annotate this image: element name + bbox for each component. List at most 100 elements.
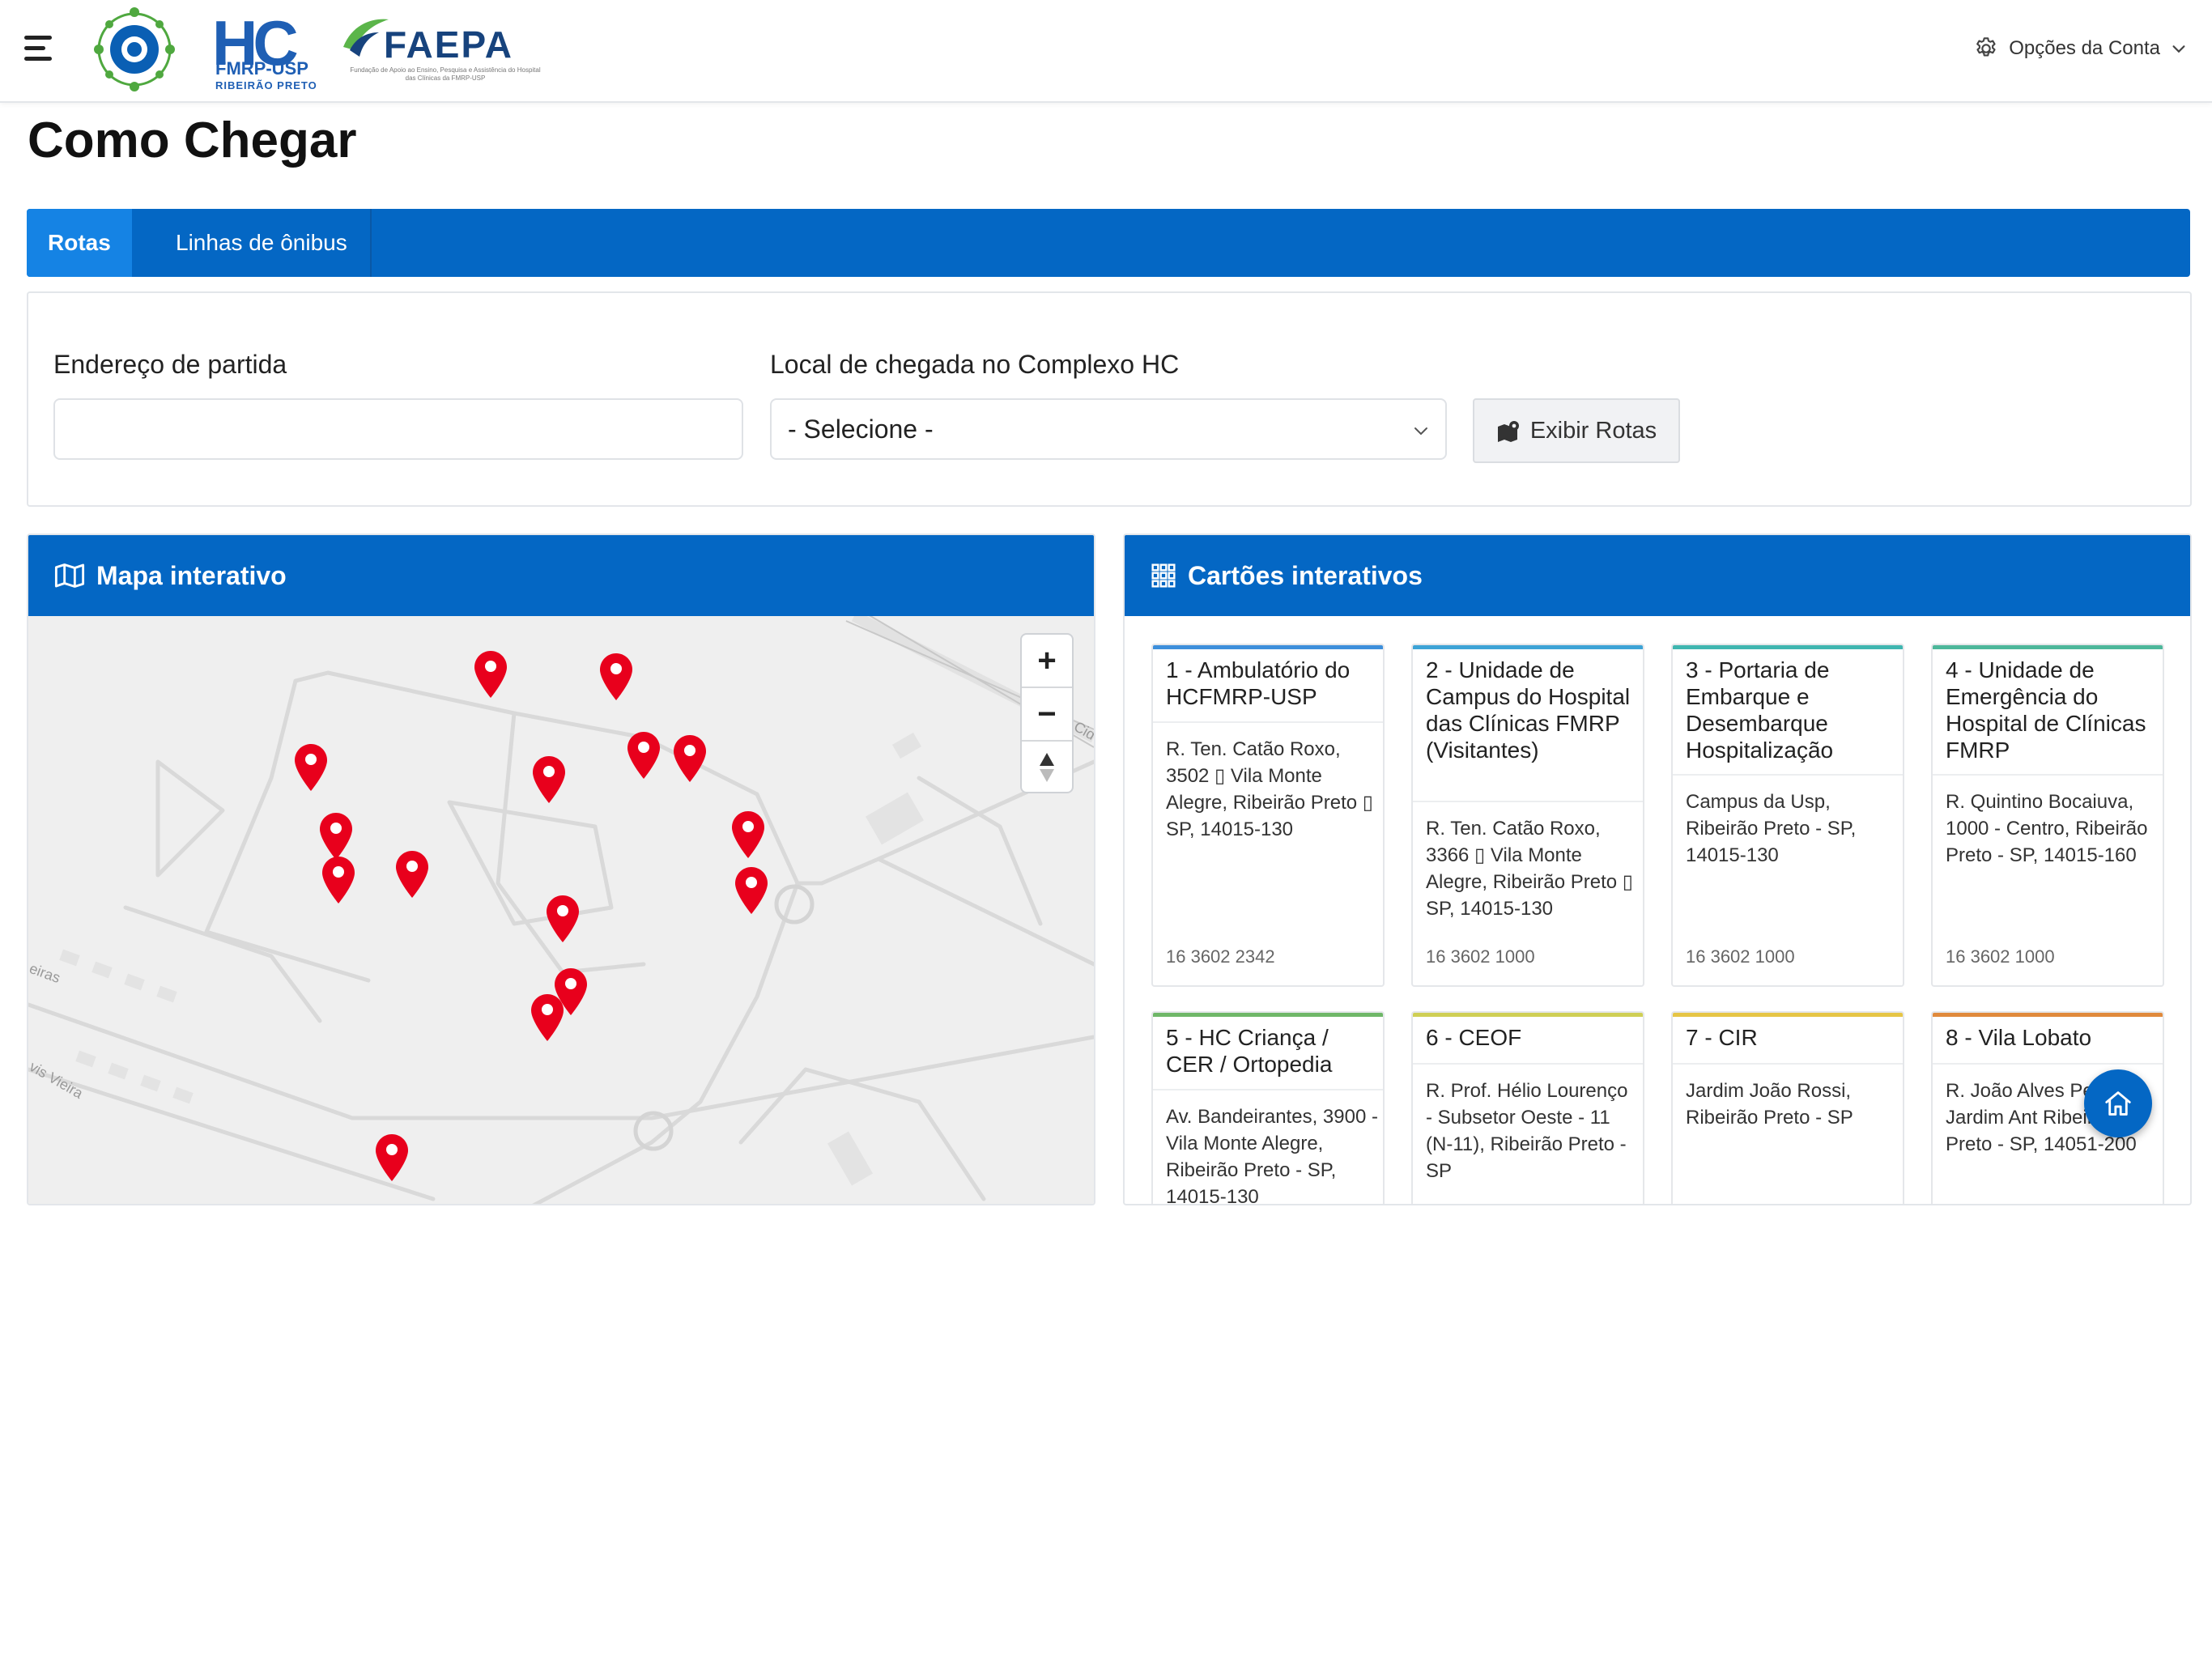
card-phone: 16 3602 2342: [1166, 946, 1275, 967]
card-divider: [1413, 1063, 1643, 1065]
hc-network-logo: [94, 7, 175, 91]
card-title: 2 - Unidade de Campus do Hospital das Cl…: [1426, 657, 1631, 763]
card-title: 8 - Vila Lobato: [1946, 1025, 2092, 1050]
location-card-5[interactable]: 5 - HC Criança / CER / Ortopedia Av. Ban…: [1151, 1011, 1385, 1205]
start-address-field[interactable]: [53, 398, 743, 460]
compass-icon: [1040, 753, 1054, 782]
grid-icon: [1151, 563, 1176, 588]
account-options-label: Opções da Conta: [2009, 37, 2160, 59]
card-title: 1 - Ambulatório do HCFMRP-USP: [1166, 657, 1351, 709]
destination-label: Local de chegada no Complexo HC: [770, 350, 1180, 379]
map-markers: [295, 651, 768, 1181]
hamburger-icon[interactable]: [24, 36, 57, 63]
card-divider: [1673, 774, 1903, 776]
map-marker-icon[interactable]: [533, 756, 565, 803]
card-address: R. Ten. Catão Roxo, 3502 ▯ Vila Monte Al…: [1166, 738, 1373, 840]
map-marker-icon[interactable]: [732, 811, 764, 858]
card-address: R. Ten. Catão Roxo, 3366 ▯ Vila Monte Al…: [1426, 818, 1633, 920]
account-options-menu[interactable]: Opções da Conta: [1973, 31, 2188, 66]
card-color-bar: [1933, 1013, 2163, 1017]
hc-fmrp-logo: HC FMRP-USP RIBEIRÃO PRETO: [212, 7, 317, 91]
start-address-label: Endereço de partida: [53, 350, 287, 379]
destination-selected-value: - Selecione -: [788, 414, 934, 444]
card-divider: [1933, 1063, 2163, 1065]
tab-bar: Rotas Linhas de ônibus: [27, 209, 2190, 277]
show-routes-button[interactable]: Exibir Rotas: [1473, 398, 1680, 463]
card-title: 3 - Portaria de Embarque e Desembarque H…: [1686, 657, 1834, 763]
destination-select[interactable]: - Selecione -: [770, 398, 1447, 460]
map-marker-icon[interactable]: [627, 732, 660, 779]
card-phone: 16 3602 1000: [1946, 946, 2055, 967]
page-title: Como Chegar: [28, 113, 357, 168]
card-color-bar: [1153, 1013, 1383, 1017]
cards-panel: Cartões interativos 1 - Ambulatório do H…: [1123, 534, 2192, 1205]
map-panel-title: Mapa interativo: [96, 560, 287, 590]
map-marker-icon[interactable]: [376, 1134, 408, 1181]
map-panel-header: Mapa interativo: [28, 535, 1094, 616]
interactive-map[interactable]: eiras vis Vieira Cid: [28, 610, 1094, 1205]
tab-linhas-de-onibus[interactable]: Linhas de ônibus: [155, 209, 368, 277]
chevron-down-icon: [2172, 45, 2185, 53]
map-marker-icon[interactable]: [322, 857, 355, 903]
tab-rotas[interactable]: Rotas: [27, 209, 132, 277]
chevron-down-icon: [1414, 427, 1427, 436]
faepa-logo: FAEPA Fundação de Apoio ao Ensino, Pesqu…: [338, 11, 541, 89]
map-marker-icon[interactable]: [547, 895, 579, 942]
map-marker-icon[interactable]: [531, 994, 564, 1041]
card-address: R. Quintino Bocaiuva, 1000 - Centro, Rib…: [1946, 791, 2148, 866]
map-marker-icon[interactable]: [474, 651, 507, 698]
home-fab-button[interactable]: [2084, 1069, 2152, 1137]
map-icon: [1497, 421, 1519, 442]
street-label: vis Vieira: [28, 1058, 87, 1102]
map-outline-icon: [54, 563, 85, 588]
map-marker-icon[interactable]: [600, 653, 632, 700]
map-panel: Mapa interativo eiras vis Vieira Cid: [27, 534, 1095, 1205]
location-card-6[interactable]: 6 - CEOF R. Prof. Hélio Lourenço - Subse…: [1411, 1011, 1644, 1204]
card-title: 6 - CEOF: [1426, 1025, 1522, 1050]
map-marker-icon[interactable]: [674, 735, 706, 782]
card-title: 5 - HC Criança / CER / Ortopedia: [1166, 1025, 1333, 1077]
gear-icon: [1976, 37, 1996, 57]
card-title: 4 - Unidade de Emergência do Hospital de…: [1946, 657, 2146, 763]
card-color-bar: [1933, 645, 2163, 649]
card-address: Jardim João Rossi, Ribeirão Preto - SP: [1686, 1080, 1853, 1129]
card-divider: [1933, 774, 2163, 776]
show-routes-label: Exibir Rotas: [1529, 417, 1657, 444]
street-label: eiras: [28, 960, 62, 986]
card-phone: 16 3602 1000: [1686, 946, 1795, 967]
start-address-input[interactable]: [55, 400, 742, 458]
card-address: Campus da Usp, Ribeirão Preto - SP, 1401…: [1686, 791, 1857, 866]
location-card-2[interactable]: 2 - Unidade de Campus do Hospital das Cl…: [1411, 644, 1644, 987]
card-title: 7 - CIR: [1686, 1025, 1758, 1050]
card-phone: 16 3602 1000: [1426, 946, 1535, 967]
card-color-bar: [1413, 645, 1643, 649]
card-color-bar: [1673, 1013, 1903, 1017]
card-divider: [1153, 721, 1383, 723]
map-marker-icon[interactable]: [396, 851, 428, 898]
map-canvas[interactable]: eiras vis Vieira Cid: [28, 610, 1094, 1205]
map-roundabouts: [633, 884, 815, 1151]
map-marker-icon[interactable]: [735, 867, 768, 914]
zoom-in-button[interactable]: +: [1022, 635, 1072, 687]
card-divider: [1673, 1063, 1903, 1065]
card-address: Av. Bandeirantes, 3900 - Vila Monte Aleg…: [1166, 1106, 1378, 1205]
cards-panel-title: Cartões interativos: [1188, 560, 1423, 590]
map-zoom-controls: + −: [1020, 633, 1074, 793]
map-marker-icon[interactable]: [295, 744, 327, 791]
card-color-bar: [1673, 645, 1903, 649]
map-marker-icon[interactable]: [320, 813, 352, 860]
tab-divider: [370, 209, 372, 277]
card-color-bar: [1413, 1013, 1643, 1017]
location-card-3[interactable]: 3 - Portaria de Embarque e Desembarque H…: [1671, 644, 1904, 987]
card-divider: [1413, 801, 1643, 802]
reset-bearing-button[interactable]: [1022, 742, 1072, 793]
location-card-7[interactable]: 7 - CIR Jardim João Rossi, Ribeirão Pret…: [1671, 1011, 1904, 1204]
card-divider: [1153, 1089, 1383, 1090]
location-card-4[interactable]: 4 - Unidade de Emergência do Hospital de…: [1931, 644, 2164, 987]
location-card-1[interactable]: 1 - Ambulatório do HCFMRP-USP R. Ten. Ca…: [1151, 644, 1385, 987]
zoom-out-button[interactable]: −: [1022, 688, 1072, 740]
top-navbar: HC FMRP-USP RIBEIRÃO PRETO FAEPA Fundaçã…: [0, 0, 2212, 103]
card-color-bar: [1153, 645, 1383, 649]
card-address: R. Prof. Hélio Lourenço - Subsetor Oeste…: [1426, 1080, 1628, 1182]
cards-panel-header: Cartões interativos: [1125, 535, 2190, 616]
